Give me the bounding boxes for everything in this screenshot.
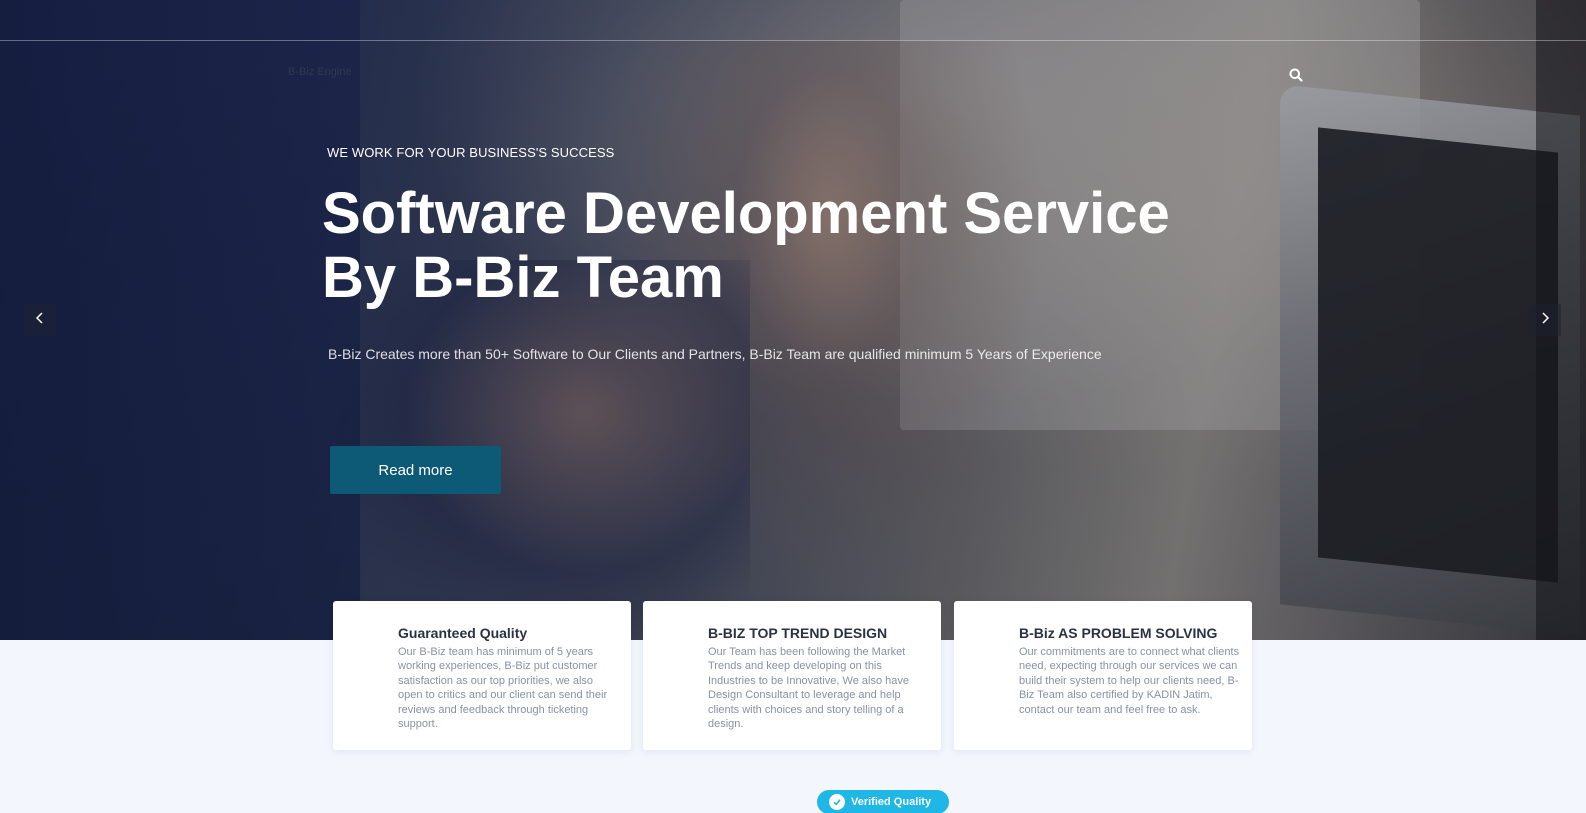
slider-next-button[interactable] <box>1529 304 1561 336</box>
feature-card-problem-solving: B-Biz AS PROBLEM SOLVING Our commitments… <box>954 601 1252 750</box>
feature-card-text: Our commitments are to connect what clie… <box>1019 646 1240 716</box>
hero-headline-line1: Software Development Service <box>322 181 1170 246</box>
search-icon[interactable] <box>1289 68 1303 82</box>
badge-label: Verified Quality <box>851 796 932 808</box>
feature-card-design: B-BIZ TOP TREND DESIGN Our Team has been… <box>643 601 941 750</box>
feature-card-quality: Guaranteed Quality Our B-Biz team has mi… <box>333 601 631 750</box>
brand-logo[interactable]: B-Biz Engine <box>288 66 352 78</box>
feature-card-title: B-BIZ TOP TREND DESIGN <box>708 625 888 641</box>
feature-card-text: Our Team has been following the Market T… <box>708 646 909 731</box>
chevron-right-icon <box>1540 311 1550 329</box>
feature-card-text: Our B-Biz team has minimum of 5 years wo… <box>398 646 608 731</box>
verified-quality-badge: Verified Quality <box>817 790 949 813</box>
read-more-button[interactable]: Read more <box>330 446 501 494</box>
hero-headline-line2: By B-Biz Team <box>322 245 724 310</box>
feature-card-title: B-Biz AS PROBLEM SOLVING <box>1019 625 1218 641</box>
hero-overlay <box>0 0 1586 640</box>
hero-headline: Software Development Service By B-Biz Te… <box>322 182 1222 310</box>
feature-cards: Guaranteed Quality Our B-Biz team has mi… <box>333 601 1253 751</box>
check-circle-icon <box>829 794 845 810</box>
hero-eyebrow: WE WORK FOR YOUR BUSINESS'S SUCCESS <box>327 145 615 160</box>
header-divider <box>0 40 1586 41</box>
slider-prev-button[interactable] <box>24 304 56 336</box>
feature-card-title: Guaranteed Quality <box>398 625 528 641</box>
chevron-left-icon <box>35 311 45 329</box>
hero-slider: B-Biz Engine WE WORK FOR YOUR BUSINESS'S… <box>0 0 1586 640</box>
hero-subtext: B-Biz Creates more than 50+ Software to … <box>328 346 1102 362</box>
